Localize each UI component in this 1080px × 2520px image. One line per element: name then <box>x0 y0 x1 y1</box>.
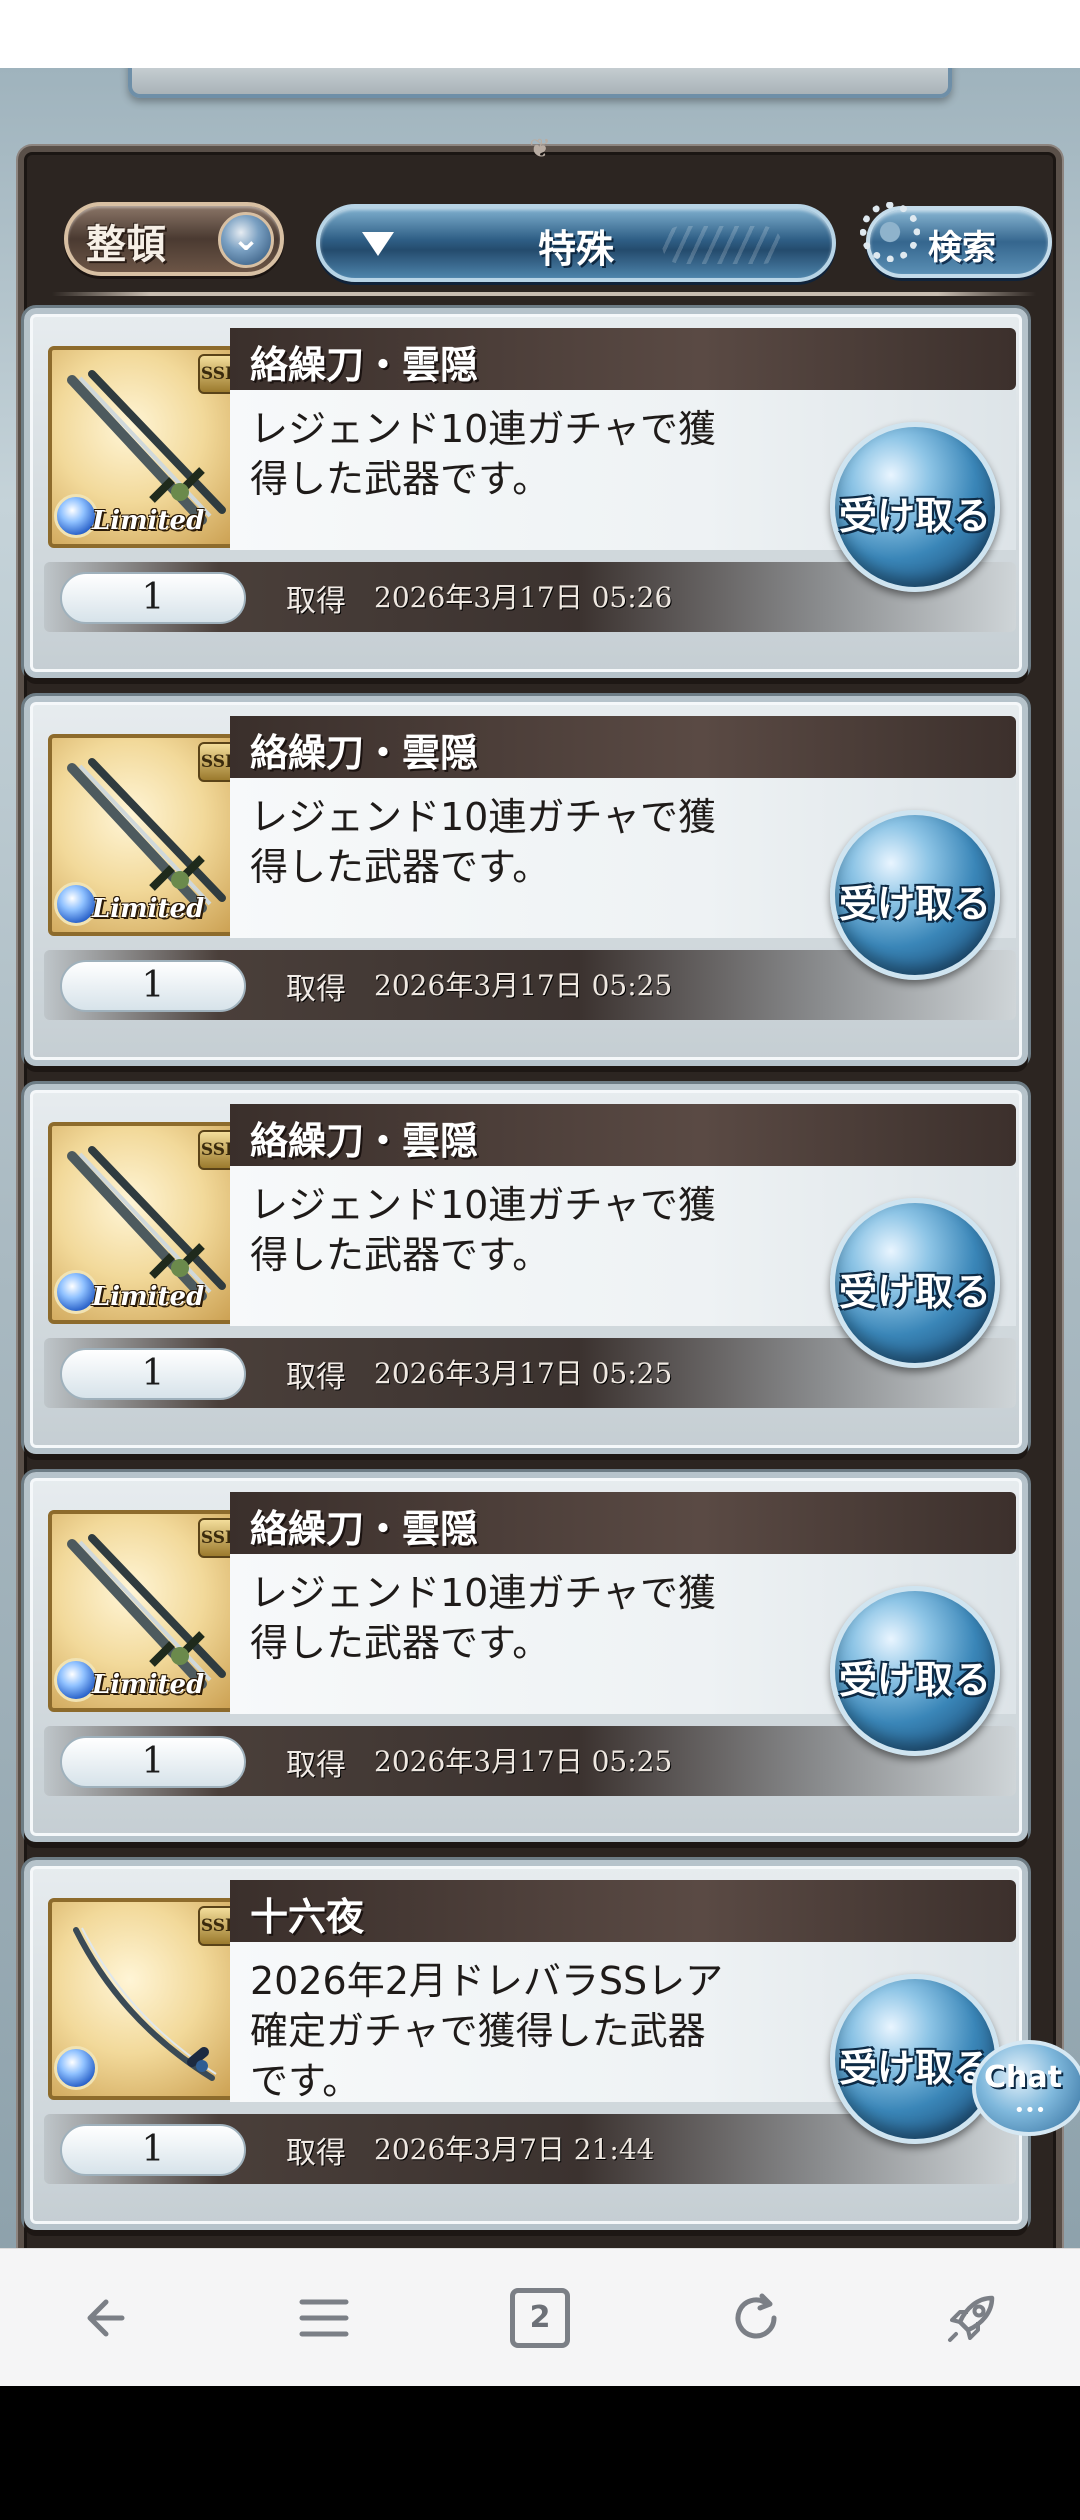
gear-icon <box>860 202 920 262</box>
gift-item-card: SSR Limited 絡繰刀・雲隠レジェンド10連ガチャで獲得した武器です。 1 取得… <box>24 1084 1028 1454</box>
chat-label: Chat <box>984 2060 1062 2095</box>
acquired-label: 取得 <box>286 1748 346 1783</box>
weapon-thumbnail[interactable]: SSR Limited <box>48 1510 250 1712</box>
acquired-label: 取得 <box>286 584 346 619</box>
reload-icon <box>735 2293 777 2339</box>
item-description: レジェンド10連ガチャで獲得した武器です。 <box>250 1183 716 1277</box>
item-title-bar: 絡繰刀・雲隠 <box>230 1104 1016 1166</box>
reload-button[interactable] <box>696 2249 816 2387</box>
chevron-down-icon: ⌄ <box>218 212 274 268</box>
receive-button[interactable]: 受け取る <box>830 1198 1000 1368</box>
tabs-button[interactable]: 2 <box>480 2249 600 2387</box>
tabs-count: 2 <box>510 2288 570 2348</box>
item-quantity: 1 <box>60 2124 246 2176</box>
chat-dots-icon: ••• <box>1014 2100 1046 2121</box>
system-bar <box>0 2386 1080 2520</box>
acquired-label: 取得 <box>286 2136 346 2171</box>
item-description: レジェンド10連ガチャで獲得した武器です。 <box>250 1571 716 1665</box>
receive-label: 受け取る <box>838 494 991 538</box>
item-title-bar: 絡繰刀・雲隠 <box>230 328 1016 390</box>
sort-button[interactable]: 整頓 ⌄ <box>64 202 284 276</box>
acquired-date: 2026年3月7日 21:44 <box>374 2133 655 2166</box>
item-name: 絡繰刀・雲隠 <box>250 731 479 775</box>
item-name: 絡繰刀・雲隠 <box>250 1119 479 1163</box>
receive-label: 受け取る <box>838 1658 991 1702</box>
game-viewport: ❦ 整頓 ⌄ 特殊 検索 SSR Limited 絡繰刀・雲隠 レジェンド10連ガチャ… <box>0 68 1080 2248</box>
item-name: 絡繰刀・雲隠 <box>250 343 479 387</box>
weapon-thumbnail[interactable]: SSR Limited <box>48 1122 250 1324</box>
acquired-label: 取得 <box>286 972 346 1007</box>
filter-dropdown[interactable]: 特殊 <box>316 204 836 282</box>
receive-button[interactable]: 受け取る <box>830 810 1000 980</box>
search-button[interactable]: 検索 <box>860 202 1052 278</box>
search-label: 検索 <box>928 228 996 268</box>
item-title-bar: 絡繰刀・雲隠 <box>230 1492 1016 1554</box>
rocket-button[interactable] <box>912 2249 1032 2387</box>
item-title-bar: 十六夜 <box>230 1880 1016 1942</box>
item-quantity: 1 <box>60 1348 246 1400</box>
frame-ornament-icon: ❦ <box>529 134 551 164</box>
limited-tag: Limited <box>92 1282 205 1312</box>
chat-button[interactable]: Chat ••• <box>972 2040 1080 2136</box>
sort-label: 整頓 <box>86 222 166 268</box>
limited-tag: Limited <box>92 506 205 536</box>
limited-tag: Limited <box>92 894 205 924</box>
arrow-left-icon <box>87 2299 125 2337</box>
acquired-date: 2026年3月17日 05:25 <box>374 969 673 1002</box>
item-quantity: 1 <box>60 1736 246 1788</box>
acquired-date: 2026年3月17日 05:25 <box>374 1745 673 1778</box>
menu-button[interactable] <box>264 2249 384 2387</box>
item-description: レジェンド10連ガチャで獲得した武器です。 <box>250 407 716 501</box>
item-name: 絡繰刀・雲隠 <box>250 1507 479 1551</box>
item-name: 十六夜 <box>250 1895 365 1939</box>
gift-item-card: SSR Limited 絡繰刀・雲隠レジェンド10連ガチャで獲得した武器です。 1 取得… <box>24 1472 1028 1842</box>
gift-item-card: SSR Limited 絡繰刀・雲隠レジェンド10連ガチャで獲得した武器です。 1 取得… <box>24 308 1028 678</box>
toolbar-divider <box>52 292 1036 296</box>
item-title-bar: 絡繰刀・雲隠 <box>230 716 1016 778</box>
status-bar-area <box>0 0 1080 68</box>
receive-button[interactable]: 受け取る <box>830 1586 1000 1756</box>
weapon-thumbnail[interactable]: SSR Limited <box>48 734 250 936</box>
back-button[interactable] <box>48 2249 168 2387</box>
weapon-thumbnail[interactable]: SSR Limited <box>48 346 250 548</box>
receive-label: 受け取る <box>838 1270 991 1314</box>
filter-label: 特殊 <box>537 227 614 271</box>
acquired-date: 2026年3月17日 05:26 <box>374 581 673 614</box>
top-panel-edge <box>128 68 952 98</box>
browser-bottom-nav: 2 <box>0 2248 1080 2386</box>
item-quantity: 1 <box>60 572 246 624</box>
receive-button[interactable]: 受け取る <box>830 1974 1000 2144</box>
receive-label: 受け取る <box>838 2046 991 2090</box>
toolbar: 整頓 ⌄ 特殊 検索 <box>44 192 1052 296</box>
rocket-icon <box>948 2295 995 2342</box>
item-description: 2026年2月ドレバラSSレア確定ガチャで獲得した武器です。 <box>250 1959 724 2103</box>
receive-button[interactable]: 受け取る <box>830 422 1000 592</box>
receive-label: 受け取る <box>838 882 991 926</box>
gift-item-card: SSR 十六夜 2026年2月ドレバラSSレア確定ガチャで獲得した武器です。 1 取得 2… <box>24 1860 1028 2230</box>
gift-item-card: SSR Limited 絡繰刀・雲隠レジェンド10連ガチャで獲得した武器です。 1 取得… <box>24 696 1028 1066</box>
hamburger-menu-icon <box>299 2299 349 2337</box>
acquired-date: 2026年3月17日 05:25 <box>374 1357 673 1390</box>
limited-tag: Limited <box>92 1670 205 1700</box>
element-icon <box>54 2046 98 2090</box>
weapon-thumbnail[interactable]: SSR <box>48 1898 250 2100</box>
item-description: レジェンド10連ガチャで獲得した武器です。 <box>250 795 716 889</box>
acquired-label: 取得 <box>286 1360 346 1395</box>
item-quantity: 1 <box>60 960 246 1012</box>
